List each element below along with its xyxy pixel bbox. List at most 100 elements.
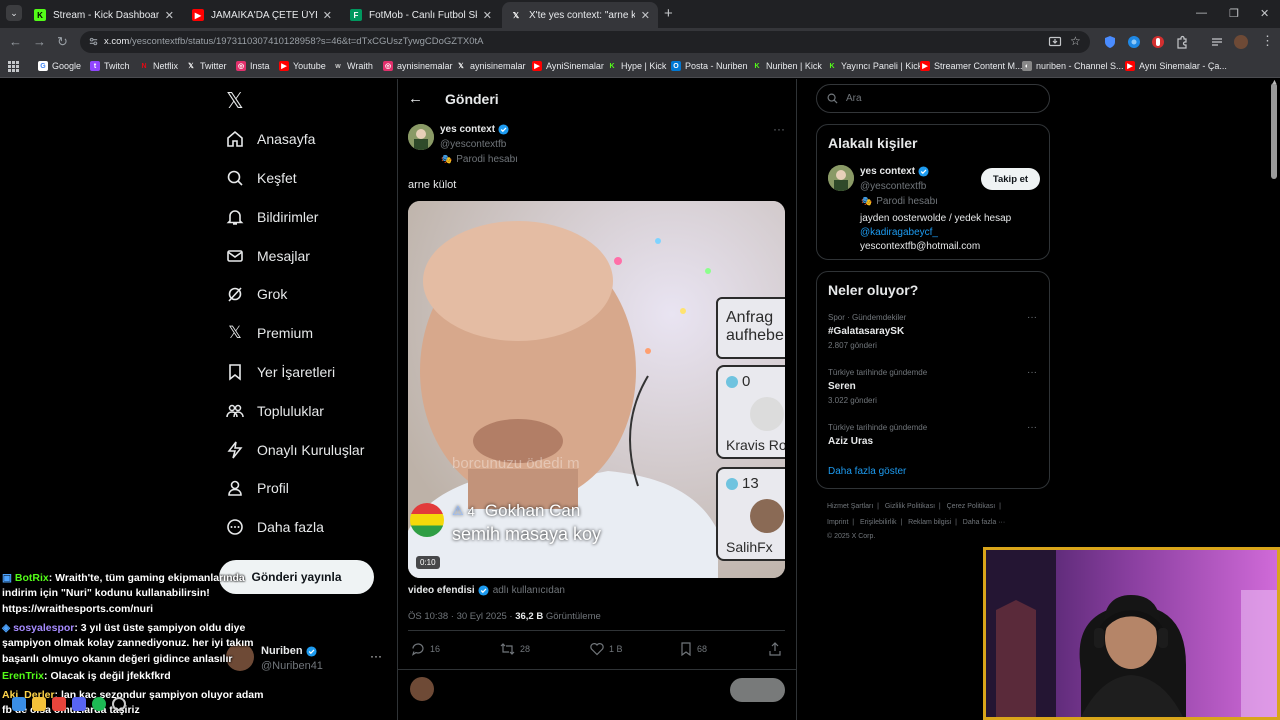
bookmark-item[interactable]: ▶ AyniSinemalar [532, 61, 604, 71]
follow-button[interactable]: Takip et [981, 168, 1040, 190]
footer-link[interactable]: Çerez Politikası [947, 503, 996, 510]
apps-grid-icon[interactable] [8, 61, 19, 72]
tab-youtube[interactable]: ▶ JAMAİKA'DA ÇETE ÜYELERİYLE ... ✕ [184, 2, 340, 28]
close-icon[interactable]: ✕ [165, 9, 174, 22]
bookmark-item[interactable]: N Netflix [139, 61, 178, 71]
tab-kick-dashboard[interactable]: K Stream - Kick Dashboard ✕ [26, 2, 182, 28]
like-button[interactable]: 1 B [590, 642, 623, 656]
folder-icon[interactable] [32, 697, 46, 711]
avatar[interactable] [828, 165, 854, 191]
spotify-icon[interactable] [92, 697, 106, 711]
post-author-handle[interactable]: @yescontextfb [440, 139, 506, 150]
install-app-icon[interactable] [1048, 35, 1062, 49]
bookmark-item[interactable]: ▶ Streamer Content M... [920, 61, 1023, 71]
post-author-avatar[interactable] [408, 124, 434, 150]
address-bar[interactable]: x.com/yescontextfb/status/19731103074101… [80, 31, 1090, 53]
bookmark-item[interactable]: K Hype | Kick [607, 61, 666, 71]
bio-link[interactable]: @kadiragabeycf_ [860, 227, 938, 238]
minimize-icon[interactable]: — [1196, 7, 1207, 19]
extensions-puzzle-icon[interactable] [1175, 35, 1189, 49]
reply-submit-button[interactable] [730, 678, 785, 702]
windows-icon[interactable] [12, 697, 26, 711]
related-person-handle[interactable]: @yescontextfb [860, 181, 926, 192]
bookmark-item[interactable]: 𝕏aynisinemalar [456, 61, 525, 71]
more-icon[interactable]: ··· [370, 649, 382, 663]
extension-red-icon[interactable] [1151, 35, 1165, 49]
show-more-link[interactable]: Daha fazla göster [828, 466, 906, 477]
grok-icon [226, 285, 244, 303]
bookmark-item[interactable]: O Posta - Nuriben [671, 61, 748, 71]
related-person-name[interactable]: yes context [860, 166, 929, 177]
footer-link[interactable]: Reklam bilgisi [908, 519, 951, 526]
bookmark-item[interactable]: ◎ Insta [236, 61, 270, 71]
close-icon[interactable]: ✕ [483, 9, 492, 22]
post-more-icon[interactable]: ··· [773, 122, 785, 136]
post-video[interactable]: Anfrag aufhebe 0 Kravis Ro 13 SalihFx bo… [408, 201, 785, 578]
star-icon[interactable]: ☆ [1070, 34, 1081, 48]
sidebar-item-home[interactable]: Anasayfa [226, 124, 315, 154]
tab-search-button[interactable]: ⌄ [6, 5, 22, 21]
back-icon[interactable]: ← [9, 34, 22, 49]
scrollbar-thumb[interactable] [1271, 83, 1277, 179]
app-icon[interactable] [112, 697, 126, 711]
video-source[interactable]: video efendisi adlı kullanıcıdan [408, 585, 565, 596]
scroll-up-icon[interactable]: ▲ [1271, 79, 1278, 86]
close-icon[interactable]: ✕ [323, 9, 332, 22]
tab-label: JAMAİKA'DA ÇETE ÜYELERİYLE ... [211, 9, 317, 21]
bookmark-item[interactable]: t Twitch [90, 61, 130, 71]
extension-icon[interactable] [1127, 35, 1141, 49]
bookmark-item[interactable]: K Nuriben | Kick [752, 61, 822, 71]
post-author-text: yes context [440, 124, 496, 135]
bookmark-item[interactable]: 𝕏 Twitter [186, 61, 226, 71]
share-button[interactable] [768, 642, 787, 656]
footer-link[interactable]: Hizmet Şartları [827, 503, 873, 510]
bookmark-item[interactable]: ▶ Youtube [279, 61, 326, 71]
sidebar-item-bookmarks[interactable]: Yer İşaretleri [226, 357, 335, 387]
footer-link[interactable]: Erişilebilirlik [860, 519, 897, 526]
sidebar-item-grok[interactable]: Grok [226, 279, 287, 309]
post-author-name[interactable]: yes context [440, 124, 509, 135]
reply-button[interactable]: 16 [411, 642, 440, 656]
x-logo-icon[interactable]: 𝕏 [226, 88, 244, 114]
maximize-icon[interactable]: ❐ [1229, 7, 1239, 20]
tab-search-icon[interactable] [1210, 35, 1224, 49]
bookmark-item[interactable]: K Yayıncı Paneli | Kick [827, 61, 922, 71]
bookmark-item[interactable]: ◐ nuriben - Channel S... [1022, 61, 1124, 71]
bookmark-button[interactable]: 68 [680, 642, 707, 656]
bookmark-item[interactable]: ▶ Aynı Sinemalar - Ça... [1125, 61, 1227, 71]
sidebar-item-messages[interactable]: Mesajlar [226, 241, 310, 271]
back-arrow-icon[interactable]: ← [408, 90, 423, 107]
reload-icon[interactable]: ↻ [57, 34, 68, 50]
bookmark-item[interactable]: G Google [38, 61, 81, 71]
footer-link[interactable]: Imprint [827, 519, 848, 526]
sidebar-item-verified-orgs[interactable]: Onaylı Kuruluşlar [226, 435, 364, 465]
close-icon[interactable]: ✕ [641, 9, 650, 22]
site-info-icon[interactable] [88, 36, 99, 47]
browser-menu-icon[interactable]: ⋮ [1261, 33, 1274, 49]
discord-icon[interactable] [72, 697, 86, 711]
sidebar-item-notifications[interactable]: Bildirimler [226, 202, 318, 232]
sidebar-item-explore[interactable]: Keşfet [226, 163, 297, 193]
forward-icon[interactable]: → [33, 34, 46, 49]
bookmark-item[interactable]: w Wraith [333, 61, 373, 71]
bookmark-item[interactable]: ◎ aynisinemalar [383, 61, 453, 71]
repost-button[interactable]: 28 [500, 642, 530, 656]
sidebar-item-more[interactable]: Daha fazla [226, 512, 324, 542]
window-close-icon[interactable]: ✕ [1260, 7, 1269, 20]
new-tab-button[interactable]: + [664, 5, 673, 22]
tab-fotmob[interactable]: F FotMob - Canlı Futbol Skorları ✕ [342, 2, 500, 28]
chrome-icon[interactable] [52, 697, 66, 711]
more-icon[interactable]: ··· [1027, 422, 1037, 433]
more-icon[interactable]: ··· [1027, 367, 1037, 378]
sidebar-item-communities[interactable]: Topluluklar [226, 396, 324, 426]
sidebar-item-premium[interactable]: 𝕏 Premium [226, 318, 313, 348]
profile-avatar[interactable] [1234, 35, 1248, 49]
bookmark-label: Nuriben | Kick [766, 61, 822, 71]
footer-link[interactable]: Gizlilik Politikası [885, 503, 935, 510]
footer-link[interactable]: Daha fazla ··· [963, 519, 1005, 526]
extension-shield-icon[interactable] [1103, 35, 1117, 49]
more-icon[interactable]: ··· [1027, 312, 1037, 323]
search-input[interactable]: Ara [816, 84, 1050, 113]
tab-x-post[interactable]: 𝕏 X'te yes context: "arne külot htt... ✕ [502, 2, 658, 28]
sidebar-item-profile[interactable]: Profil [226, 473, 289, 503]
